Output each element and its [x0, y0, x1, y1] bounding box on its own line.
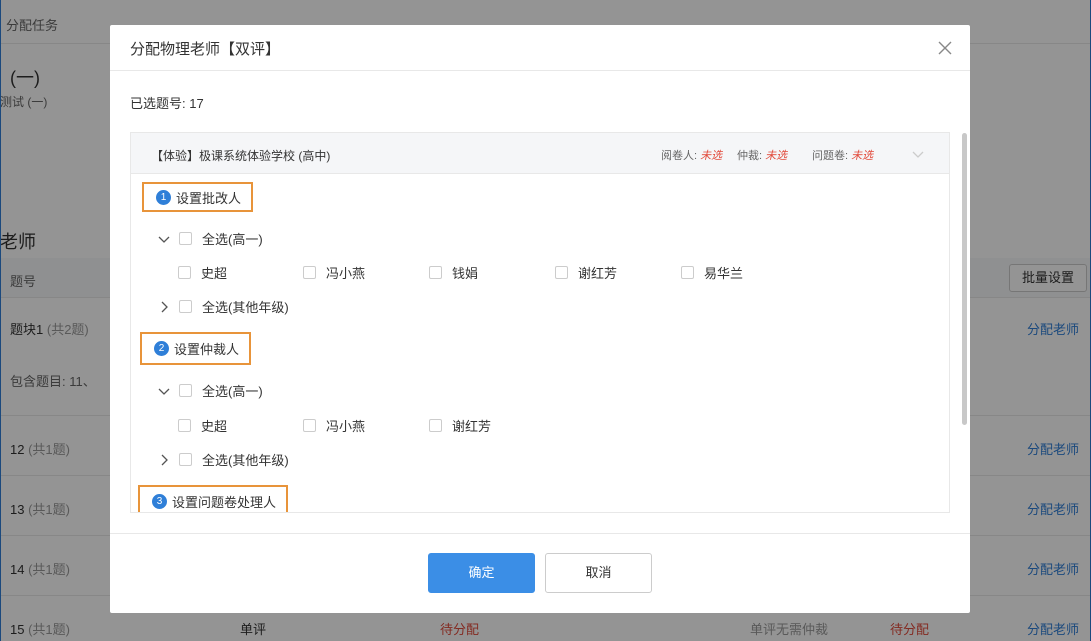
selected-value: 17 [189, 96, 204, 111]
grade-group-high1: 全选(高一) [157, 229, 263, 248]
grade-group-other: 全选(其他年级) [157, 450, 289, 469]
teacher-name: 史超 [201, 266, 228, 281]
checkbox-label: 全选(高一) [202, 384, 263, 399]
checkbox-label: 全选(高一) [202, 232, 263, 247]
step-label: 设置仲裁人 [174, 342, 240, 357]
stat-arbiter: 仲裁: 未选 [737, 147, 787, 163]
selected-label: 已选题号: [130, 96, 186, 111]
teacher-option[interactable]: 史超 [178, 416, 227, 435]
checkbox[interactable] [178, 419, 191, 432]
teacher-option[interactable]: 史超 [178, 263, 227, 282]
checkbox[interactable] [303, 419, 316, 432]
stat-value: 未选 [700, 150, 723, 162]
step-set-arbiter: 2 设置仲裁人 [140, 332, 252, 365]
checkbox-label: 全选(其他年级) [202, 300, 289, 315]
confirm-button[interactable]: 确定 [428, 553, 535, 593]
school-name: 【体验】极课系统体验学校 (高中) [151, 149, 331, 163]
checkbox[interactable] [429, 419, 442, 432]
teacher-name: 谢红芳 [452, 419, 492, 434]
stat-grader: 阅卷人: 未选 [661, 147, 722, 163]
chevron-right-icon[interactable] [157, 453, 171, 467]
step-label: 设置问题卷处理人 [172, 495, 277, 510]
teacher-option[interactable]: 谢红芳 [429, 416, 491, 435]
selected-questions: 已选题号: 17 [130, 93, 204, 112]
step-set-problem-handler: 3 设置问题卷处理人 [138, 485, 289, 512]
teacher-name: 易华兰 [704, 266, 744, 281]
checkbox[interactable] [555, 266, 568, 279]
school-panel: 【体验】极课系统体验学校 (高中) 阅卷人: 未选 仲裁: 未选 问题卷: 未选… [130, 132, 950, 513]
dialog-footer: 确定 取消 [110, 533, 970, 613]
grade-group-other: 全选(其他年级) [157, 297, 289, 316]
step-number-badge: 3 [152, 494, 167, 509]
checkbox[interactable] [179, 384, 192, 397]
stat-problem: 问题卷: 未选 [812, 147, 873, 163]
checkbox[interactable] [179, 453, 192, 466]
teacher-name: 谢红芳 [578, 266, 618, 281]
step-number-badge: 1 [156, 189, 171, 205]
checkbox[interactable] [179, 300, 192, 313]
school-panel-header[interactable]: 【体验】极课系统体验学校 (高中) 阅卷人: 未选 仲裁: 未选 问题卷: 未选 [131, 133, 949, 174]
checkbox[interactable] [178, 266, 191, 279]
checkbox[interactable] [179, 232, 192, 245]
stat-value: 未选 [851, 150, 874, 162]
stat-label: 阅卷人: [661, 150, 698, 162]
checkbox[interactable] [429, 266, 442, 279]
teacher-option[interactable]: 易华兰 [681, 263, 743, 282]
step-label: 设置批改人 [176, 190, 242, 206]
checkbox-label: 全选(其他年级) [202, 453, 289, 468]
teacher-option[interactable]: 冯小燕 [303, 416, 365, 435]
checkbox[interactable] [303, 266, 316, 279]
teacher-option[interactable]: 冯小燕 [303, 263, 365, 282]
teacher-name: 冯小燕 [326, 266, 366, 281]
step-number-badge: 2 [154, 341, 169, 356]
teacher-option[interactable]: 谢红芳 [555, 263, 617, 282]
scrollbar-thumb[interactable] [962, 133, 967, 425]
chevron-down-icon[interactable] [157, 232, 171, 246]
chevron-down-icon[interactable] [911, 147, 925, 161]
dialog-title: 分配物理老师【双评】 [130, 41, 281, 58]
grade-group-high1: 全选(高一) [157, 381, 263, 400]
cancel-button[interactable]: 取消 [545, 553, 652, 593]
dialog-header: 分配物理老师【双评】 [110, 25, 970, 71]
stat-label: 仲裁: [737, 150, 763, 162]
teacher-option[interactable]: 钱娟 [429, 263, 478, 282]
close-icon[interactable] [936, 39, 954, 57]
teacher-name: 史超 [201, 419, 228, 434]
step-set-grader: 1 设置批改人 [142, 182, 254, 212]
stat-value: 未选 [765, 150, 788, 162]
chevron-down-icon[interactable] [157, 384, 171, 398]
checkbox[interactable] [681, 266, 694, 279]
chevron-right-icon[interactable] [157, 300, 171, 314]
teacher-name: 钱娟 [452, 266, 479, 281]
assign-teacher-dialog: 分配物理老师【双评】 已选题号: 17 【体验】极课系统体验学校 (高中) 阅卷… [110, 25, 970, 613]
teacher-name: 冯小燕 [326, 419, 366, 434]
stat-label: 问题卷: [812, 150, 849, 162]
